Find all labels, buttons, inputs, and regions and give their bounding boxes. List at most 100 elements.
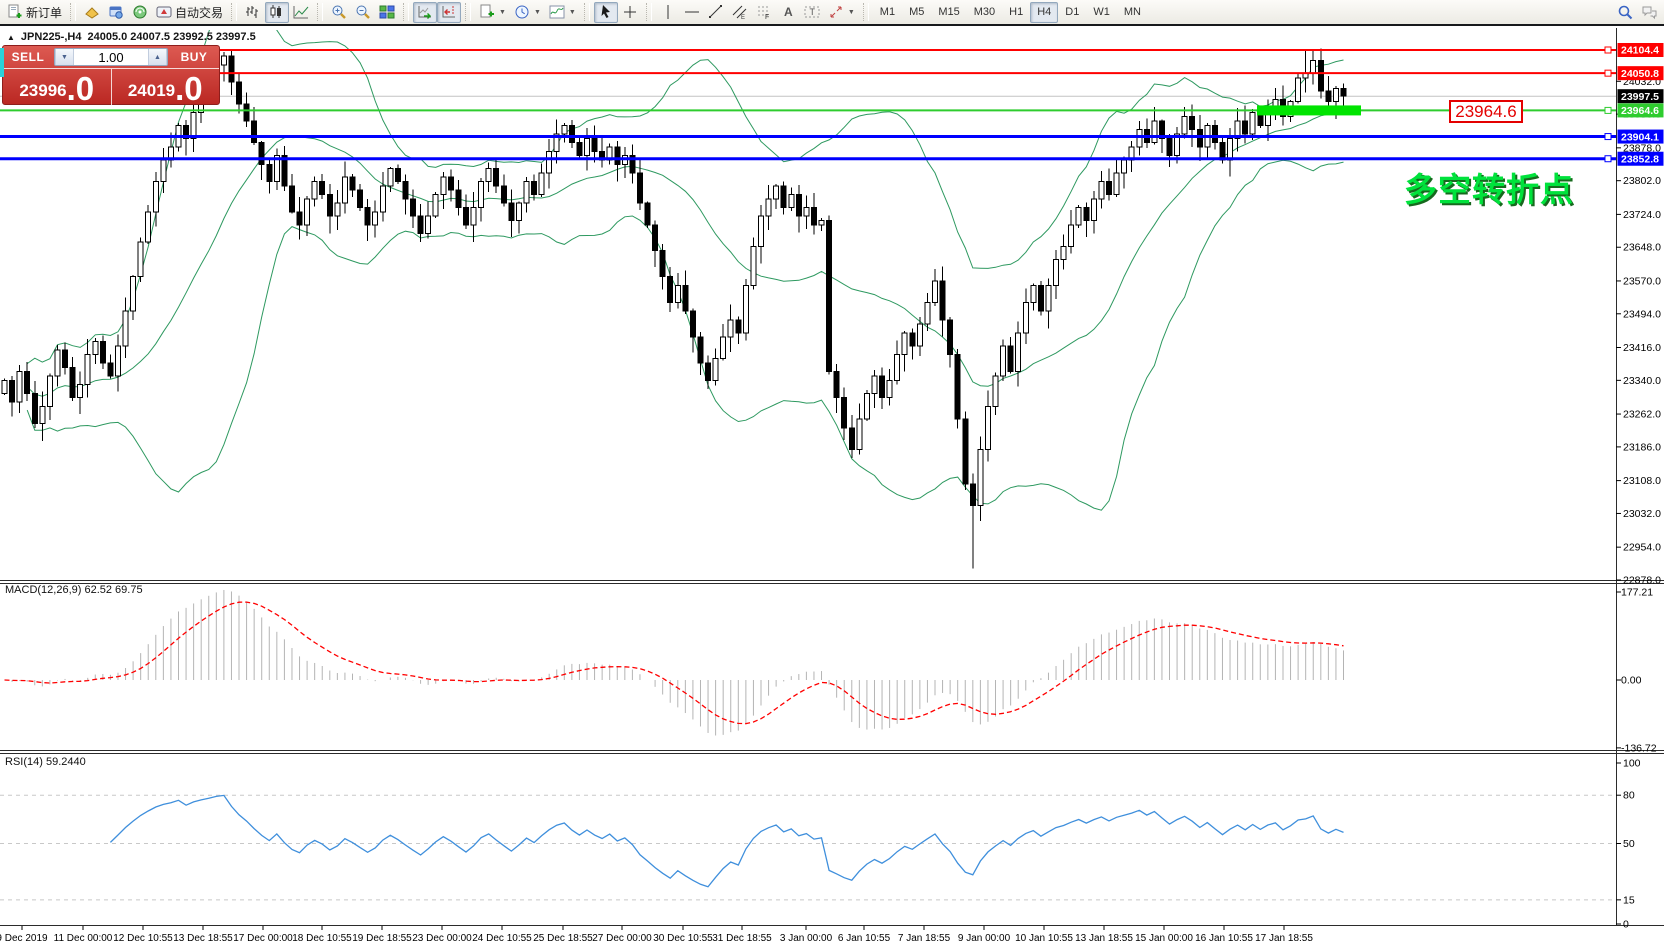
vertical-line-button[interactable] bbox=[656, 2, 680, 23]
candlestick-chart-button[interactable] bbox=[265, 2, 289, 23]
search-icon bbox=[1617, 4, 1633, 20]
chart-shift-icon bbox=[441, 4, 457, 20]
text-label-button[interactable]: T bbox=[800, 2, 824, 23]
chat-icon bbox=[1641, 4, 1657, 20]
svg-text:15: 15 bbox=[1623, 894, 1635, 906]
text-icon: A bbox=[780, 4, 796, 20]
tf-w1-button[interactable]: W1 bbox=[1086, 2, 1117, 23]
auto-trading-label: 自动交易 bbox=[175, 4, 223, 21]
svg-text:F: F bbox=[765, 14, 769, 20]
auto-scroll-button[interactable] bbox=[413, 2, 437, 23]
community-button[interactable] bbox=[1637, 2, 1661, 23]
zoom-in-icon bbox=[331, 4, 347, 20]
crosshair-button[interactable] bbox=[618, 2, 642, 23]
svg-text:22954.0: 22954.0 bbox=[1623, 542, 1661, 554]
zoom-out-button[interactable] bbox=[351, 2, 375, 23]
arrows-icon bbox=[828, 4, 844, 20]
new-order-label: 新订单 bbox=[26, 4, 62, 21]
volume-input[interactable]: 1.00 bbox=[74, 49, 148, 65]
tf-h4-button[interactable]: H4 bbox=[1030, 2, 1058, 23]
tf-h1-label: H1 bbox=[1009, 6, 1023, 18]
navigator-button[interactable] bbox=[128, 2, 152, 23]
tf-m30-button[interactable]: M30 bbox=[967, 2, 1002, 23]
fibonacci-icon: F bbox=[756, 4, 772, 20]
price-callout-label[interactable]: 23964.6 bbox=[1449, 100, 1523, 123]
tf-m5-button[interactable]: M5 bbox=[902, 2, 931, 23]
svg-text:9 Dec 2019: 9 Dec 2019 bbox=[0, 933, 48, 944]
toolbar-group: ▼ ▼ ▼ bbox=[475, 2, 580, 23]
chevron-down-icon: ▼ bbox=[848, 9, 855, 16]
fibonacci-button[interactable]: F bbox=[752, 2, 776, 23]
chart-canvas[interactable]: 24032.023956.023878.023802.023724.023648… bbox=[0, 0, 1664, 949]
auto-trading-button[interactable]: 自动交易 bbox=[152, 2, 227, 23]
indicators-list-button[interactable]: ▼ bbox=[545, 2, 580, 23]
panel-collapse-handle[interactable] bbox=[0, 48, 4, 77]
tf-d1-label: D1 bbox=[1065, 6, 1079, 18]
tf-h1-button[interactable]: H1 bbox=[1002, 2, 1030, 23]
chevron-down-icon: ▼ bbox=[534, 9, 541, 16]
one-click-trading-panel: SELL ▼ 1.00 ▲ BUY 23996 .0 24019 .0 bbox=[2, 45, 220, 105]
toolbar-group: 新订单 bbox=[3, 2, 66, 23]
tf-d1-button[interactable]: D1 bbox=[1058, 2, 1086, 23]
svg-text:80: 80 bbox=[1623, 790, 1635, 802]
collapse-triangle-icon[interactable]: ▲ bbox=[7, 33, 15, 42]
svg-text:0.00: 0.00 bbox=[1621, 675, 1642, 687]
equidistant-channel-button[interactable]: E bbox=[728, 2, 752, 23]
chart-annotation-text[interactable]: 多空转折点 bbox=[1404, 163, 1574, 211]
tf-mn-button[interactable]: MN bbox=[1117, 2, 1148, 23]
svg-text:100: 100 bbox=[1623, 758, 1641, 770]
chart-shift-button[interactable] bbox=[437, 2, 461, 23]
tile-windows-button[interactable] bbox=[375, 2, 399, 23]
svg-text:A: A bbox=[784, 5, 793, 19]
toolbar-separator bbox=[584, 3, 590, 21]
toolbar-separator bbox=[317, 3, 323, 21]
svg-text:23997.5: 23997.5 bbox=[1621, 91, 1659, 103]
bar-chart-button[interactable] bbox=[241, 2, 265, 23]
svg-text:22878.0: 22878.0 bbox=[1623, 575, 1661, 587]
tile-windows-icon bbox=[379, 4, 395, 20]
search-button[interactable] bbox=[1613, 2, 1637, 23]
chart-title: ▲ JPN225-,H4 24005.0 24007.5 23992.5 239… bbox=[7, 31, 256, 43]
tf-m1-button[interactable]: M1 bbox=[873, 2, 902, 23]
toolbar-group bbox=[1613, 2, 1661, 23]
symbol-period-label: JPN225-,H4 bbox=[21, 31, 82, 43]
sell-price[interactable]: 23996 .0 bbox=[3, 69, 112, 105]
text-button[interactable]: A bbox=[776, 2, 800, 23]
volume-increase-button[interactable]: ▲ bbox=[148, 49, 167, 65]
svg-text:12 Dec 10:55: 12 Dec 10:55 bbox=[113, 933, 173, 944]
svg-text:23648.0: 23648.0 bbox=[1623, 242, 1661, 254]
periods-button[interactable]: ▼ bbox=[510, 2, 545, 23]
tf-w1-label: W1 bbox=[1093, 6, 1110, 18]
svg-text:24050.8: 24050.8 bbox=[1621, 68, 1659, 80]
svg-text:19 Dec 18:55: 19 Dec 18:55 bbox=[352, 933, 412, 944]
horizontal-line-button[interactable] bbox=[680, 2, 704, 23]
line-chart-button[interactable] bbox=[289, 2, 313, 23]
data-window-button[interactable] bbox=[104, 2, 128, 23]
buy-price[interactable]: 24019 .0 bbox=[112, 69, 220, 105]
toolbar-group bbox=[327, 2, 399, 23]
sell-button[interactable]: SELL bbox=[3, 46, 53, 68]
indicators-icon bbox=[549, 4, 565, 20]
arrows-button[interactable]: ▼ bbox=[824, 2, 859, 23]
new-template-button[interactable]: ▼ bbox=[475, 2, 510, 23]
volume-decrease-button[interactable]: ▼ bbox=[55, 49, 74, 65]
new-order-button[interactable]: 新订单 bbox=[3, 2, 66, 23]
tf-m15-button[interactable]: M15 bbox=[931, 2, 966, 23]
svg-text:24104.4: 24104.4 bbox=[1621, 45, 1659, 57]
zoom-in-button[interactable] bbox=[327, 2, 351, 23]
new-order-icon bbox=[7, 4, 23, 20]
cursor-button[interactable] bbox=[594, 2, 618, 23]
trendline-button[interactable] bbox=[704, 2, 728, 23]
crosshair-icon bbox=[622, 4, 638, 20]
bar-chart-icon bbox=[245, 4, 261, 20]
market-watch-button[interactable] bbox=[80, 2, 104, 23]
line-chart-icon bbox=[293, 4, 309, 20]
svg-text:18 Dec 10:55: 18 Dec 10:55 bbox=[292, 933, 352, 944]
tf-m15-label: M15 bbox=[938, 6, 959, 18]
svg-text:23570.0: 23570.0 bbox=[1623, 275, 1661, 287]
buy-button[interactable]: BUY bbox=[169, 46, 219, 68]
candlestick-icon bbox=[269, 4, 285, 20]
market-watch-icon bbox=[84, 4, 100, 20]
svg-text:50: 50 bbox=[1623, 838, 1635, 850]
svg-text:3 Jan 00:00: 3 Jan 00:00 bbox=[780, 933, 833, 944]
